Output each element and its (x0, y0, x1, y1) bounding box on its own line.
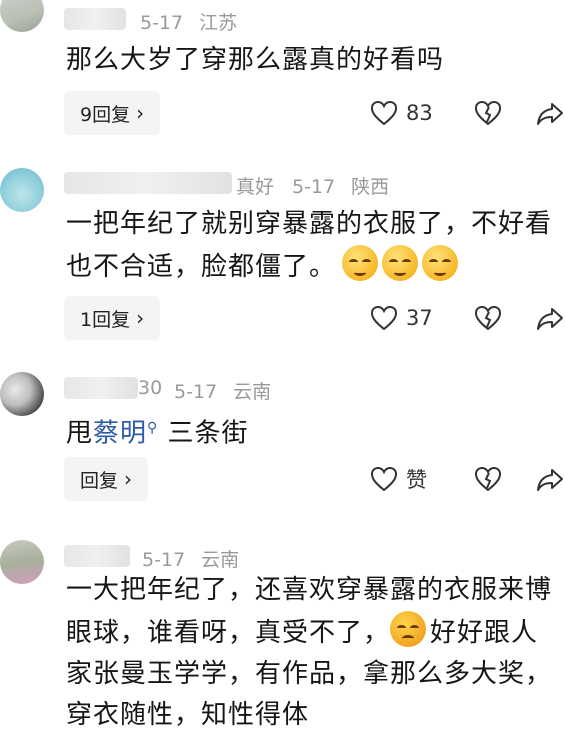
dislike-button[interactable] (474, 298, 502, 338)
avatar[interactable] (0, 540, 44, 584)
dislike-button[interactable] (474, 93, 502, 133)
username-blurred[interactable] (64, 8, 126, 30)
like-label: 赞 (406, 468, 427, 492)
heart-outline-icon (370, 466, 398, 492)
comment-date: 5-17 (142, 549, 186, 571)
comment-actions: 赞 (360, 459, 565, 499)
like-button[interactable]: 赞 (370, 459, 427, 499)
heart-outline-icon (370, 100, 398, 126)
reply-label: 9回复 (80, 103, 131, 126)
comment-text-prefix: 甩 (66, 418, 94, 449)
mention-link[interactable]: 蔡明 (93, 419, 147, 449)
comment-location: 云南 (201, 549, 240, 571)
reply-label: 1回复 (80, 308, 131, 331)
share-button[interactable] (536, 459, 564, 499)
share-arrow-icon (537, 308, 563, 330)
comment-text-content: 一把年纪了就别穿暴露的衣服了，不好看也不合适，脸都僵了。 (66, 209, 553, 282)
angry-emoji-icon (390, 611, 427, 647)
comment-text: 一大把年纪了，还喜欢穿暴露的衣服来博眼球，谁看呀，真受不了， 好好跟人家张曼玉学学… (66, 570, 556, 736)
like-count: 83 (406, 101, 433, 125)
comment-date: 5-17 (140, 12, 184, 34)
search-icon[interactable]: ⚲ (147, 420, 158, 436)
username-fragment[interactable]: 30 (138, 377, 162, 399)
comment-text: 一把年纪了就别穿暴露的衣服了，不好看也不合适，脸都僵了。 (66, 204, 556, 288)
comment-meta: 5-17 云南 (142, 545, 255, 572)
broken-heart-icon (474, 100, 502, 126)
broken-heart-icon (474, 305, 502, 331)
share-button[interactable] (536, 298, 564, 338)
comment-meta: 5-17 陕西 (292, 172, 405, 199)
reply-label: 回复 (80, 469, 119, 492)
share-button[interactable] (536, 93, 564, 133)
chevron-right-icon: › (124, 467, 133, 491)
like-button[interactable]: 37 (370, 298, 433, 338)
comment-location: 江苏 (199, 12, 238, 34)
broken-heart-icon (474, 466, 502, 492)
comment-location: 云南 (233, 381, 272, 403)
chevron-right-icon: › (136, 306, 145, 330)
like-count: 37 (406, 306, 433, 330)
comment-date: 5-17 (174, 381, 218, 403)
username-blurred[interactable] (64, 172, 232, 194)
like-button[interactable]: 83 (370, 93, 433, 133)
chevron-right-icon: › (136, 101, 145, 125)
reply-button[interactable]: 9回复 › (64, 91, 161, 135)
username-blurred[interactable] (64, 545, 130, 567)
avatar[interactable] (0, 168, 44, 212)
relieved-emoji-icon (342, 245, 379, 281)
heart-outline-icon (370, 305, 398, 331)
share-arrow-icon (537, 103, 563, 125)
username-blurred[interactable] (64, 377, 138, 399)
relieved-emoji-icon (382, 245, 419, 281)
comment-meta: 5-17 云南 (174, 377, 287, 404)
reply-button[interactable]: 回复 › (64, 457, 149, 501)
comment-actions: 37 (360, 298, 565, 338)
reply-button[interactable]: 1回复 › (64, 296, 161, 340)
comment-actions: 83 (360, 93, 565, 133)
username-fragment[interactable]: 真好 (236, 172, 274, 199)
avatar[interactable] (0, 0, 44, 32)
comment-location: 陕西 (351, 176, 390, 198)
comment-date: 5-17 (292, 176, 336, 198)
avatar[interactable] (0, 372, 44, 416)
relieved-emoji-icon (422, 245, 459, 281)
comment-text: 甩蔡明⚲ 三条街 (66, 408, 556, 455)
comment-text-suffix: 三条街 (158, 418, 249, 449)
comment-meta: 5-17 江苏 (140, 8, 253, 35)
dislike-button[interactable] (474, 459, 502, 499)
comment-text: 那么大岁了穿那么露真的好看吗 (66, 45, 445, 75)
share-arrow-icon (537, 469, 563, 491)
